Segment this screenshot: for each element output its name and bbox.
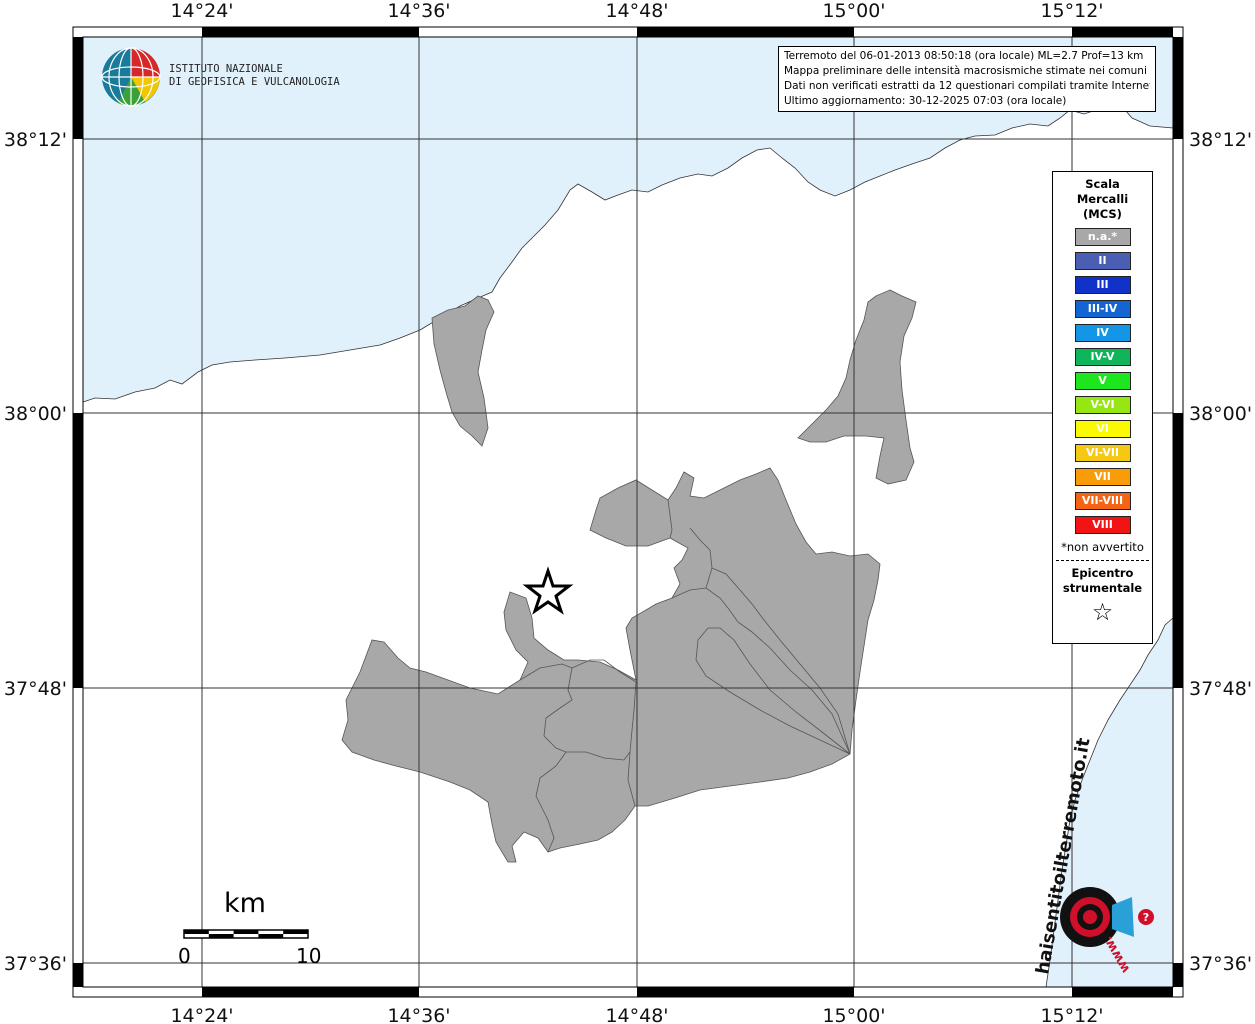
legend-swatch: VI [1074,420,1131,438]
legend-swatch: IV-V [1074,348,1131,366]
scale-bar-end: 10 [296,944,322,968]
legend-title-line: Scala [1085,177,1120,191]
y-tick-label: 37°36' [1189,953,1252,975]
event-info-line: Ultimo aggiornamento: 30-12-2025 07:03 (… [784,95,1067,107]
x-tick-labels-bottom: 14°24' 14°36' 14°48' 15°00' 15°12' [170,1005,1103,1024]
legend-swatch: V [1074,372,1131,390]
legend-swatch: III-IV [1074,300,1131,318]
legend-title: Scala Mercalli (MCS) [1053,177,1152,222]
event-info-line: Dati non verificati estratti da 12 quest… [784,80,1150,92]
event-info-box: Terremoto del 06-01-2013 08:50:18 (ora l… [778,46,1156,112]
legend-title-line: (MCS) [1083,207,1122,221]
legend-title-line: Mercalli [1076,192,1129,206]
scale-bar-start: 0 [178,944,191,968]
legend-swatch: IV [1074,324,1131,342]
scale-bar [183,929,309,939]
legend-swatch: VI-VII [1074,444,1131,462]
institute-name: ISTITUTO NAZIONALE DI GEOFISICA E VULCAN… [169,63,340,89]
y-tick-label: 37°36' [4,953,67,975]
y-tick-label: 38°12' [1189,129,1252,151]
legend-swatch: VII [1074,468,1131,486]
x-tick-label: 14°48' [605,1005,668,1024]
x-tick-labels-top: 14°24' 14°36' 14°48' 15°00' 15°12' [170,0,1103,22]
legend-note: *non avvertito [1061,540,1144,554]
legend-epicenter-label: Epicentro strumentale [1053,566,1152,596]
y-tick-label: 38°00' [4,403,67,425]
event-info-line: Mappa preliminare delle intensità macros… [784,65,1147,77]
x-tick-label: 15°00' [822,1005,885,1024]
intensity-legend: Scala Mercalli (MCS) n.a.* II III III-IV IV I… [1052,171,1153,644]
y-tick-label: 37°48' [4,678,67,700]
x-tick-label: 14°36' [387,0,450,22]
legend-epicenter-line: Epicentro [1071,566,1134,580]
scale-bar-unit: km [224,888,266,919]
x-tick-label: 14°24' [170,0,233,22]
legend-swatch: VII-VIII [1074,492,1131,510]
legend-swatch: II [1074,252,1131,270]
institute-line-1: ISTITUTO NAZIONALE [169,63,283,75]
x-tick-label: 15°12' [1040,1005,1103,1024]
legend-epicenter-line: strumentale [1062,581,1143,595]
event-info-line: Terremoto del 06-01-2013 08:50:18 (ora l… [784,50,1144,62]
institute-line-2: DI GEOFISICA E VULCANOLOGIA [169,76,340,88]
legend-swatch: VIII [1074,516,1131,534]
x-tick-label: 15°12' [1040,0,1103,22]
x-tick-label: 15°00' [822,0,885,22]
legend-star-icon: ☆ [1091,598,1114,626]
svg-text:?: ? [1143,911,1149,924]
legend-swatches: n.a.* II III III-IV IV IV-V V V-VI VI VI-VII VII VI… [1053,228,1152,534]
legend-swatch: V-VI [1074,396,1131,414]
x-tick-label: 14°24' [170,1005,233,1024]
legend-swatch: III [1074,276,1131,294]
y-tick-label: 37°48' [1189,678,1252,700]
legend-swatch: n.a.* [1074,228,1131,246]
y-tick-labels-right: 38°12' 38°00' 37°48' 37°36' [1189,129,1252,975]
x-tick-label: 14°36' [387,1005,450,1024]
y-tick-label: 38°12' [4,129,67,151]
x-tick-label: 14°48' [605,0,668,22]
y-tick-labels-left: 38°12' 38°00' 37°48' 37°36' [4,129,67,975]
y-tick-label: 38°00' [1189,403,1252,425]
legend-divider [1056,560,1149,561]
globe-icon [101,47,161,107]
